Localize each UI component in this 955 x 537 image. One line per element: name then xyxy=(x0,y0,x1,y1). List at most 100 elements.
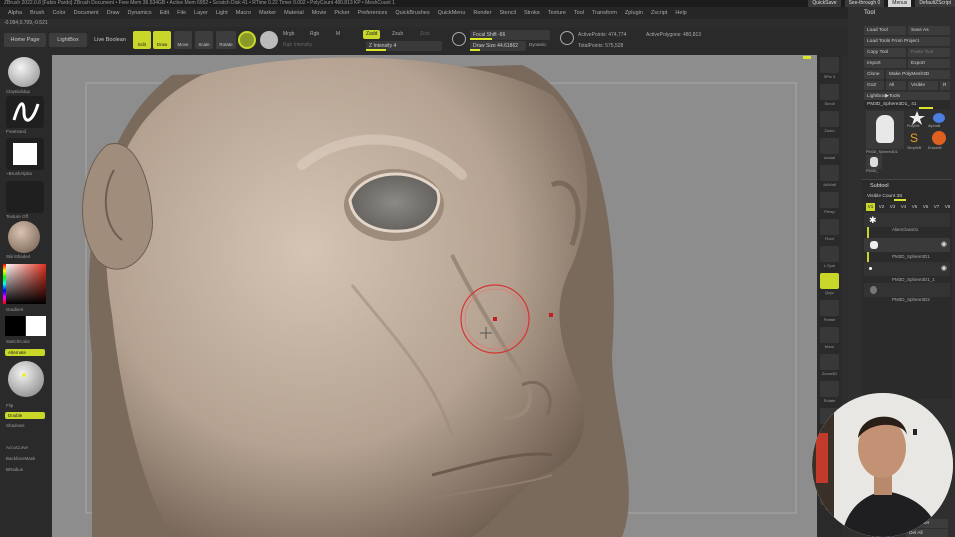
menu-edit[interactable]: Edit xyxy=(156,7,173,19)
visible-button[interactable]: Visible xyxy=(908,81,938,90)
menu-help[interactable]: Help xyxy=(671,7,690,19)
flip-toggle[interactable]: Flip xyxy=(6,403,13,408)
menu-file[interactable]: File xyxy=(173,7,190,19)
shelf-rotate-button[interactable] xyxy=(820,381,839,397)
shelf-scroll-button[interactable] xyxy=(820,84,839,100)
edit-button[interactable]: Edit xyxy=(133,31,151,49)
goz-button[interactable]: GoZ xyxy=(864,81,884,90)
zadd-toggle[interactable]: Zadd xyxy=(363,30,381,39)
zcut-toggle[interactable]: Zcut xyxy=(420,31,430,37)
shelf-frame-button[interactable] xyxy=(820,300,839,316)
shelf-zoom-button[interactable] xyxy=(820,111,839,127)
subtool-version-v3[interactable]: V3 xyxy=(888,203,897,211)
subtool-row-1[interactable]: ✱ xyxy=(864,213,950,227)
primary-color-swatch[interactable] xyxy=(26,316,46,336)
tool-thumbnail-main[interactable] xyxy=(866,111,904,149)
menu-dynamics[interactable]: Dynamics xyxy=(124,7,156,19)
rotate-button[interactable]: Rotate xyxy=(216,31,236,49)
quicksave-button[interactable]: QuickSave xyxy=(808,0,841,7)
menu-picker[interactable]: Picker xyxy=(330,7,353,19)
dynamic-icon[interactable] xyxy=(452,32,466,46)
menus-toggle[interactable]: Menus xyxy=(888,0,912,7)
menu-light[interactable]: Light xyxy=(212,7,232,19)
menu-brush[interactable]: Brush xyxy=(26,7,48,19)
subtool-row-2[interactable]: ◉ xyxy=(864,238,950,252)
shelf-persp-button[interactable] xyxy=(820,192,839,208)
alpha-thumbnail[interactable] xyxy=(6,138,44,170)
see-through-slider[interactable]: See-through 0 xyxy=(844,0,885,7)
menu-render[interactable]: Render xyxy=(469,7,495,19)
alternate-toggle[interactable]: Alternate xyxy=(5,349,45,356)
shelf-l-sym-button[interactable] xyxy=(820,246,839,262)
backface-mask-toggle[interactable]: BackfaceMask xyxy=(6,456,35,461)
subtool-version-v6[interactable]: V6 xyxy=(921,203,930,211)
subtool-version-v1[interactable]: V1 xyxy=(866,203,875,211)
material-thumbnail-icon[interactable] xyxy=(8,221,40,253)
paste-tool-button[interactable]: Paste Tool xyxy=(908,48,950,57)
hue-strip[interactable] xyxy=(3,264,6,304)
subtool-row-4[interactable] xyxy=(864,283,950,297)
menu-stroke[interactable]: Stroke xyxy=(520,7,544,19)
menu-alpha[interactable]: Alpha xyxy=(4,7,26,19)
gradient-toggle[interactable]: Gradient xyxy=(6,307,23,312)
menu-color[interactable]: Color xyxy=(48,7,69,19)
alphabrush-icon[interactable] xyxy=(930,111,948,125)
menu-texture[interactable]: Texture xyxy=(544,7,570,19)
subtool-title[interactable]: Subtool xyxy=(870,183,889,189)
shelf-zoom3d-button[interactable] xyxy=(820,354,839,370)
menu-zscript[interactable]: Zscript xyxy=(647,7,672,19)
clone-button[interactable]: Clone xyxy=(864,70,884,79)
double-toggle[interactable]: Double xyxy=(5,412,45,419)
menu-layer[interactable]: Layer xyxy=(190,7,212,19)
shelf-aahalf-button[interactable] xyxy=(820,165,839,181)
subtool-version-v2[interactable]: V2 xyxy=(877,203,886,211)
texture-thumbnail[interactable] xyxy=(6,181,44,213)
shelf-floor-button[interactable] xyxy=(820,219,839,235)
import-button[interactable]: Import xyxy=(864,59,906,68)
rgb-toggle[interactable]: Rgb xyxy=(310,31,319,37)
subtool-version-v5[interactable]: V5 xyxy=(910,203,919,211)
menu-stencil[interactable]: Stencil xyxy=(495,7,520,19)
mrgb-toggle[interactable]: Mrgb xyxy=(283,31,294,37)
load-tool-button[interactable]: Load Tool xyxy=(864,26,906,35)
rgb-intensity-slider[interactable]: Rgb Intensity xyxy=(283,42,312,48)
subtool-version-v4[interactable]: V4 xyxy=(899,203,908,211)
switch-color-button[interactable]: SwitchColor xyxy=(6,339,30,344)
menu-zplugin[interactable]: Zplugin xyxy=(621,7,647,19)
copy-tool-button[interactable]: Copy Tool xyxy=(864,48,906,57)
canvas-resize-handle[interactable] xyxy=(803,56,811,59)
menu-document[interactable]: Document xyxy=(70,7,103,19)
make-polymesh-button[interactable]: Make PolyMesh3D xyxy=(886,70,950,79)
lightbox-button[interactable]: LightBox xyxy=(49,33,87,47)
tool-thumbnail-small[interactable] xyxy=(866,155,882,169)
menu-quickbrushes[interactable]: QuickBrushes xyxy=(391,7,433,19)
subtool-version-v8[interactable]: V8 xyxy=(943,203,952,211)
shelf-actual-button[interactable] xyxy=(820,138,839,154)
stroke-thumbnail[interactable] xyxy=(6,96,44,128)
accucurve-toggle[interactable]: AccuCurve xyxy=(6,445,28,450)
material-sphere-icon[interactable] xyxy=(238,31,256,49)
current-tool-slider[interactable]: PM3D_Sphere3D1_ 41 xyxy=(864,100,950,109)
shelf-qxyz-button[interactable] xyxy=(820,273,839,289)
subtool-row-3[interactable]: ◉ xyxy=(864,262,950,276)
menu-draw[interactable]: Draw xyxy=(103,7,124,19)
menu-material[interactable]: Material xyxy=(280,7,308,19)
live-boolean-button[interactable]: Live Boolean xyxy=(90,33,130,47)
menu-macro[interactable]: Macro xyxy=(232,7,255,19)
draw-button[interactable]: Draw xyxy=(153,31,171,49)
load-tools-from-project-button[interactable]: Load Tools From Project xyxy=(864,37,950,46)
menu-marker[interactable]: Marker xyxy=(255,7,280,19)
menu-preferences[interactable]: Preferences xyxy=(354,7,392,19)
draw-size-slider[interactable]: Draw Size 44.61862 xyxy=(470,41,526,51)
shelf-move-button[interactable] xyxy=(820,327,839,343)
home-page-button[interactable]: Home Page xyxy=(4,33,46,47)
menu-tool[interactable]: Tool xyxy=(570,7,588,19)
polymesh-star-icon[interactable] xyxy=(908,111,926,125)
scale-button[interactable]: Scale xyxy=(195,31,213,49)
default-zscript-button[interactable]: DefaultZScript xyxy=(915,0,955,7)
menu-quickmenu[interactable]: QuickMenu xyxy=(434,7,470,19)
m-toggle[interactable]: M xyxy=(336,31,340,37)
subtool-version-v7[interactable]: V7 xyxy=(932,203,941,211)
shelf-spix-3-button[interactable] xyxy=(820,57,839,73)
all-button[interactable]: All xyxy=(886,81,906,90)
